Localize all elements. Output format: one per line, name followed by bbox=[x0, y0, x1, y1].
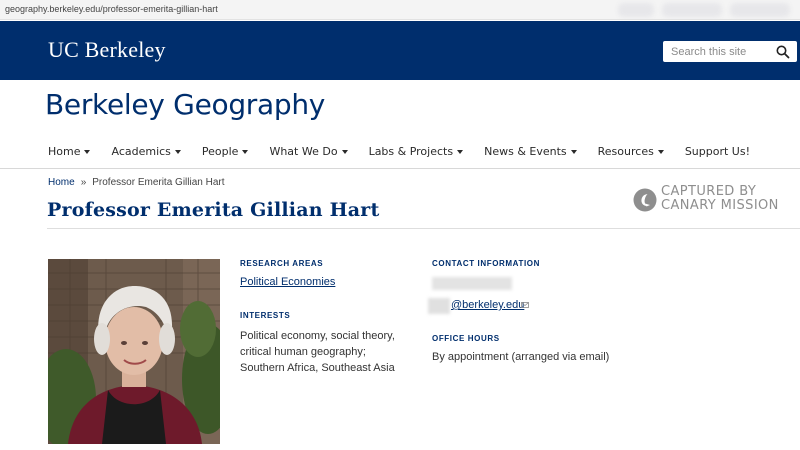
nav-item-label: Labs & Projects bbox=[368, 144, 454, 158]
caret-down-icon bbox=[84, 149, 91, 154]
nav-item-label: Support Us! bbox=[684, 144, 751, 158]
url-text[interactable]: geography.berkeley.edu/professor-emerita… bbox=[5, 4, 218, 14]
breadcrumb: Home » Professor Emerita Gillian Hart bbox=[48, 177, 225, 188]
breadcrumb-current: Professor Emerita Gillian Hart bbox=[92, 177, 225, 188]
site-search bbox=[663, 41, 797, 62]
site-title[interactable]: Berkeley Geography bbox=[45, 88, 325, 121]
nav-item-label: News & Events bbox=[484, 144, 567, 158]
search-icon[interactable] bbox=[775, 44, 791, 60]
redacted-phone bbox=[432, 277, 512, 290]
email-link[interactable]: @berkeley.edu bbox=[451, 299, 524, 311]
contact-information-heading: CONTACT INFORMATION bbox=[432, 259, 540, 268]
blurred-browser-control bbox=[618, 3, 654, 17]
nav-item-label: People bbox=[201, 144, 239, 158]
canary-mission-logo-icon bbox=[633, 188, 657, 212]
blurred-browser-control bbox=[730, 3, 790, 17]
canary-mission-watermark: CAPTURED BY CANARY MISSION bbox=[633, 185, 793, 217]
office-hours-heading: OFFICE HOURS bbox=[432, 334, 500, 343]
research-area-link[interactable]: Political Economies bbox=[240, 276, 335, 288]
nav-item-home[interactable]: Home bbox=[48, 143, 91, 159]
nav-item-people[interactable]: People bbox=[202, 143, 249, 159]
office-hours-text: By appointment (arranged via email) bbox=[432, 351, 610, 363]
interests-heading: INTERESTS bbox=[240, 311, 291, 320]
redacted-email-user bbox=[428, 298, 450, 314]
mail-icon bbox=[521, 302, 529, 308]
page-title: Professor Emerita Gillian Hart bbox=[47, 199, 380, 221]
nav-item-label: Resources bbox=[597, 144, 654, 158]
main-navigation: Home Academics People What We Do Labs & Proj… bbox=[48, 143, 771, 159]
search-input[interactable] bbox=[671, 44, 771, 59]
breadcrumb-home-link[interactable]: Home bbox=[48, 177, 75, 188]
watermark-line-1: CAPTURED BY bbox=[661, 184, 757, 199]
caret-down-icon bbox=[570, 149, 577, 154]
nav-item-news-events[interactable]: News & Events bbox=[484, 143, 577, 159]
nav-item-label: What We Do bbox=[269, 144, 338, 158]
caret-down-icon bbox=[657, 149, 664, 154]
nav-item-label: Home bbox=[48, 144, 81, 158]
nav-item-labs-projects[interactable]: Labs & Projects bbox=[369, 143, 464, 159]
breadcrumb-separator: » bbox=[80, 177, 87, 188]
nav-item-label: Academics bbox=[111, 144, 171, 158]
browser-address-bar[interactable]: geography.berkeley.edu/professor-emerita… bbox=[0, 0, 800, 20]
title-divider bbox=[47, 228, 800, 229]
uc-berkeley-logo[interactable]: UC Berkeley bbox=[48, 37, 166, 63]
profile-photo bbox=[48, 259, 220, 444]
nav-item-academics[interactable]: Academics bbox=[111, 143, 181, 159]
caret-down-icon bbox=[242, 149, 249, 154]
blurred-browser-control bbox=[662, 3, 722, 17]
caret-down-icon bbox=[457, 149, 464, 154]
caret-down-icon bbox=[341, 149, 348, 154]
research-areas-heading: RESEARCH AREAS bbox=[240, 259, 324, 268]
nav-item-resources[interactable]: Resources bbox=[598, 143, 664, 159]
nav-item-support-us[interactable]: Support Us! bbox=[685, 143, 750, 159]
nav-item-what-we-do[interactable]: What We Do bbox=[269, 143, 348, 159]
watermark-line-2: CANARY MISSION bbox=[661, 198, 779, 213]
nav-divider bbox=[0, 168, 800, 169]
interests-text: Political economy, social theory, critic… bbox=[240, 330, 395, 374]
caret-down-icon bbox=[174, 149, 181, 154]
